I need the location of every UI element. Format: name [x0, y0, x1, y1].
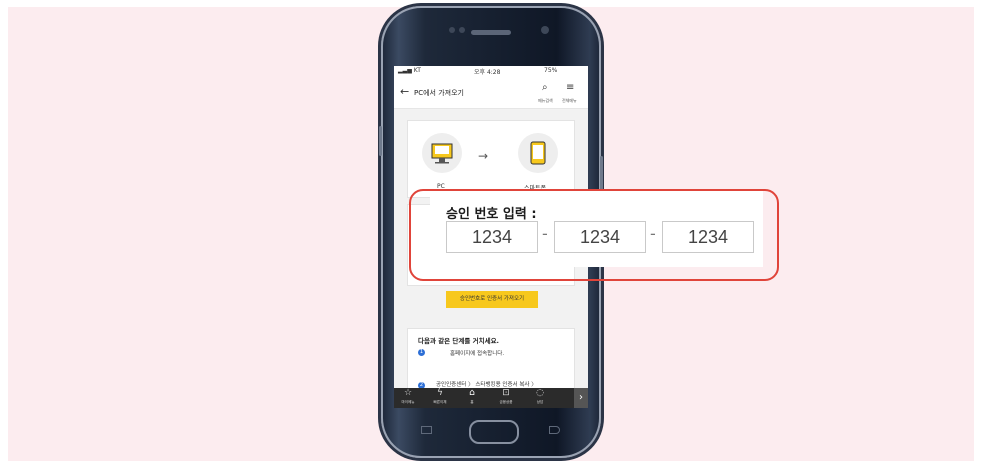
tab-quick-transfer[interactable]: ϟ 빠른이체: [428, 388, 452, 408]
steps-title: 다음과 같은 단계를 거치세요.: [418, 337, 500, 345]
sensor: [459, 27, 465, 33]
app-header: ← PC에서 가져오기 ⌕ 메뉴검색 ≡ 전체메뉴: [394, 76, 588, 109]
chevron-right-icon[interactable]: ›: [574, 388, 588, 408]
menu-label: 전체메뉴: [562, 98, 577, 103]
arrow-right-icon: →: [478, 149, 489, 163]
carrier: ▂▃▅ KT: [398, 67, 421, 74]
pc-icon: [422, 133, 462, 173]
status-bar: ▂▃▅ KT 오후 4:28 75%: [394, 66, 588, 76]
search-icon[interactable]: ⌕: [542, 82, 548, 93]
back-key[interactable]: [549, 426, 560, 434]
home-button[interactable]: [469, 420, 519, 444]
import-certificate-button[interactable]: 승인번호로 인증서 가져오기: [446, 291, 538, 308]
arrow-left-icon[interactable]: ←: [400, 85, 409, 98]
sensor: [449, 27, 455, 33]
search-label: 메뉴검색: [538, 98, 553, 103]
volume-button: [379, 126, 382, 156]
chat-icon: ◌: [536, 388, 544, 398]
lightning-icon: ϟ: [437, 388, 443, 398]
menu-icon[interactable]: ≡: [566, 82, 574, 93]
tab-my-menu[interactable]: ☆ 마이메뉴: [396, 388, 420, 408]
step-text: 공인인증센터 〉 스타뱅킹용 인증서 복사 〉: [436, 382, 537, 388]
front-camera: [541, 26, 549, 34]
clock: 오후 4:28: [474, 69, 501, 76]
tab-financial-products[interactable]: ⊡ 금융상품: [494, 388, 518, 408]
star-icon: ☆: [403, 388, 413, 398]
tab-consult[interactable]: ◌ 상담: [528, 388, 552, 408]
transfer-card: → PC 스마트폰: [407, 120, 575, 198]
step-text: 홈페이지에 접속합니다.: [450, 351, 505, 357]
home-icon: ⌂: [469, 388, 475, 398]
lock-icon: ⊡: [502, 388, 510, 398]
recent-apps-key[interactable]: [421, 426, 432, 434]
page-title: PC에서 가져오기: [414, 89, 464, 97]
tab-home[interactable]: ⌂ 홈: [460, 388, 484, 408]
highlight-frame: [409, 189, 779, 281]
step-number-badge: 1: [418, 349, 425, 356]
battery-level: 75%: [544, 67, 558, 74]
smartphone-icon: [518, 133, 558, 173]
earpiece: [471, 30, 511, 35]
bottom-tab-bar: ☆ 마이메뉴 ϟ 빠른이체 ⌂ 홈 ⊡ 금융상품 ◌ 상담 ›: [394, 388, 588, 408]
